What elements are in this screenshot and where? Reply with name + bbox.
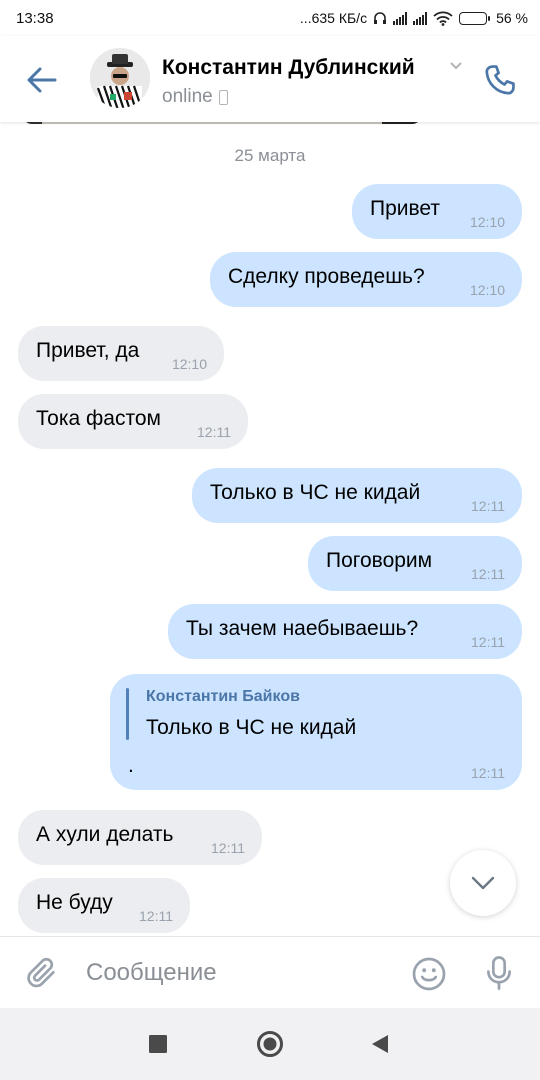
message-text: А хули делать	[36, 823, 174, 846]
battery-percent: 56 %	[496, 10, 528, 26]
message-text: Ты зачем наебываешь?	[186, 617, 419, 640]
message-incoming[interactable]: Привет, да 12:10	[18, 326, 224, 381]
message-time: 12:11	[471, 765, 505, 781]
recents-button[interactable]	[140, 1026, 176, 1062]
message-time: 12:11	[211, 840, 245, 856]
message-text: Поговорим	[326, 549, 433, 572]
status-text: online	[162, 86, 213, 107]
message-time: 12:11	[471, 566, 505, 582]
avatar[interactable]	[90, 48, 150, 108]
wifi-icon	[433, 11, 453, 26]
mobile-phone-icon	[218, 89, 228, 105]
message-time: 12:10	[469, 282, 505, 298]
network-speed: ...635 КБ/с	[299, 10, 368, 26]
message-time: 12:11	[197, 424, 231, 440]
message-input[interactable]	[74, 955, 418, 991]
attach-button[interactable]	[22, 953, 62, 993]
back-button-system[interactable]	[362, 1026, 398, 1062]
signal-icon	[413, 11, 428, 25]
contact-status: online	[162, 86, 228, 108]
message-list[interactable]: 25 марта Привет 12:10 Сделку проведешь? …	[0, 122, 540, 936]
message-text: Привет	[370, 197, 441, 220]
message-incoming[interactable]: А хули делать 12:11	[18, 810, 262, 865]
message-text: .	[128, 754, 134, 777]
message-outgoing[interactable]: Сделку проведешь? 12:10	[210, 252, 522, 307]
message-incoming[interactable]: Тока фастом 12:11	[18, 394, 248, 449]
reply-quote-bar	[126, 688, 129, 740]
message-time: 12:11	[471, 634, 505, 650]
message-composer	[0, 936, 540, 1009]
message-outgoing[interactable]: Привет 12:10	[352, 184, 522, 239]
contact-name[interactable]: Константин Дублинский	[162, 56, 415, 80]
recents-square-icon	[149, 1035, 167, 1053]
avatar-image	[90, 48, 150, 108]
home-circle-icon	[257, 1031, 283, 1057]
message-text: Не буду	[36, 891, 113, 914]
previous-attachment-image[interactable]	[22, 122, 422, 124]
message-text: Привет, да	[36, 339, 140, 362]
date-separator: 25 марта	[234, 146, 306, 165]
message-outgoing[interactable]: Поговорим 12:11	[308, 536, 522, 591]
back-button[interactable]	[22, 60, 62, 100]
back-triangle-icon	[372, 1035, 388, 1053]
message-time: 12:10	[171, 356, 207, 372]
status-bar: 13:38 ...635 КБ/с 56 %	[0, 0, 540, 36]
message-time: 12:11	[471, 498, 505, 514]
status-time: 13:38	[16, 9, 54, 27]
message-outgoing[interactable]: Только в ЧС не кидай 12:11	[192, 468, 522, 523]
message-incoming[interactable]: Не буду 12:11	[18, 878, 190, 933]
message-time: 12:11	[139, 908, 173, 924]
message-text: Только в ЧС не кидай	[210, 481, 421, 504]
chevron-down-icon	[471, 876, 495, 890]
headphones-icon	[374, 12, 387, 24]
chat-header: Константин Дублинский online	[0, 36, 540, 122]
chevron-down-icon[interactable]	[450, 62, 462, 70]
paperclip-icon	[27, 957, 55, 988]
message-text: Сделку проведешь?	[228, 265, 425, 288]
home-button[interactable]	[252, 1026, 288, 1062]
microphone-button[interactable]	[478, 951, 520, 995]
battery-icon	[459, 11, 491, 25]
back-arrow-icon	[27, 67, 57, 93]
emoji-icon	[412, 957, 446, 991]
system-nav-bar	[0, 1008, 540, 1080]
message-outgoing[interactable]: Ты зачем наебываешь? 12:11	[168, 604, 522, 659]
scroll-down-button[interactable]	[450, 850, 516, 916]
microphone-icon	[487, 956, 511, 990]
call-button[interactable]	[478, 58, 522, 102]
reply-author[interactable]: Константин Байков	[146, 688, 300, 706]
call-icon	[485, 65, 515, 95]
message-outgoing-reply[interactable]: Константин Байков Только в ЧС не кидай .…	[110, 674, 522, 790]
reply-quoted-text[interactable]: Только в ЧС не кидай	[146, 716, 356, 740]
message-text: Тока фастом	[36, 407, 161, 430]
signal-icon	[393, 11, 408, 25]
emoji-button[interactable]	[408, 953, 450, 995]
message-time: 12:10	[469, 214, 505, 230]
status-icons: ...635 КБ/с 56 %	[300, 10, 528, 26]
